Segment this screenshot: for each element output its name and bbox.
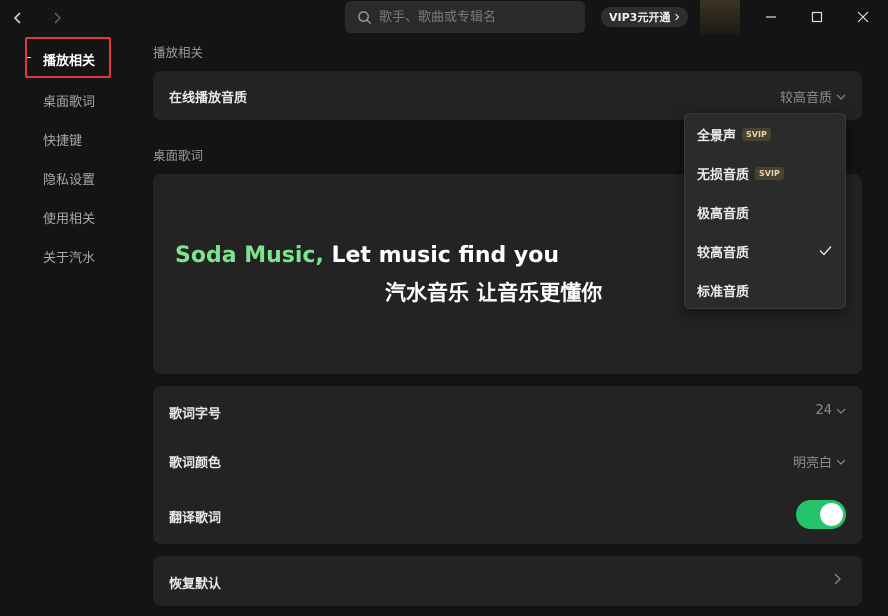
maximize-icon xyxy=(811,11,823,23)
chevron-right-icon xyxy=(54,12,62,24)
title-bar: VIP3元开通 xyxy=(0,0,888,36)
chevron-right-icon xyxy=(834,573,841,585)
quality-dropdown-menu: 全景声 SVIP 无损音质 SVIP 极高音质 较高音质 标准音质 xyxy=(684,113,846,309)
chevron-down-icon xyxy=(836,94,846,100)
reset-defaults-label: 恢复默认 xyxy=(169,577,222,592)
option-label: 无损音质 xyxy=(697,168,750,183)
forward-button[interactable] xyxy=(46,7,68,29)
translate-lyrics-toggle[interactable] xyxy=(796,500,846,529)
search-box[interactable] xyxy=(345,1,585,33)
section-title-desktop-lyrics: 桌面歌词 xyxy=(153,148,204,163)
close-button[interactable] xyxy=(849,4,877,30)
lyric-size-label: 歌词字号 xyxy=(169,407,222,422)
option-label: 标准音质 xyxy=(697,285,750,300)
online-quality-select[interactable]: 较高音质 xyxy=(780,87,846,106)
option-label: 较高音质 xyxy=(697,246,750,261)
search-input[interactable] xyxy=(379,9,569,25)
chevron-left-icon xyxy=(13,12,21,24)
preview-slogan-en: Let music find you xyxy=(323,243,560,268)
lyric-color-value: 明亮白 xyxy=(792,456,832,471)
minimize-icon xyxy=(766,16,776,18)
back-button[interactable] xyxy=(7,7,29,29)
vip-promo-button[interactable]: VIP3元开通 xyxy=(601,7,689,27)
avatar[interactable] xyxy=(700,0,740,34)
svip-badge: SVIP xyxy=(742,128,771,141)
toggle-knob xyxy=(820,503,843,526)
section-title-playback: 播放相关 xyxy=(153,45,204,60)
sidebar-item-playback[interactable]: 播放相关 xyxy=(25,37,111,78)
lyrics-preview-chinese: 汽水音乐 让音乐更懂你 xyxy=(385,281,603,305)
chevron-down-icon xyxy=(836,459,846,465)
preview-brand: Soda Music, xyxy=(175,243,324,268)
sidebar-item-label: 播放相关 xyxy=(43,54,96,69)
lyric-size-value: 24 xyxy=(815,403,832,418)
chevron-down-icon xyxy=(836,408,846,414)
close-icon xyxy=(857,11,869,23)
lyric-color-select[interactable]: 明亮白 xyxy=(793,452,846,471)
lyric-settings-card: 歌词字号 24 歌词颜色 明亮白 翻译歌词 xyxy=(153,386,862,544)
quality-option-standard[interactable]: 标准音质 xyxy=(697,281,749,300)
option-label: 极高音质 xyxy=(697,207,750,222)
vip-promo-label: VIP3元开通 xyxy=(609,11,671,24)
translate-lyrics-label: 翻译歌词 xyxy=(169,511,222,526)
quality-option-lossless[interactable]: 无损音质 SVIP xyxy=(697,164,784,183)
sidebar-item-desktop-lyrics[interactable]: 桌面歌词 xyxy=(43,91,95,110)
quality-option-high[interactable]: 较高音质 xyxy=(697,242,749,261)
online-quality-label: 在线播放音质 xyxy=(169,91,248,106)
search-icon xyxy=(358,10,372,24)
active-indicator xyxy=(27,57,31,58)
chevron-right-icon xyxy=(675,13,680,21)
lyric-size-select[interactable]: 24 xyxy=(815,403,846,418)
sidebar-item-privacy[interactable]: 隐私设置 xyxy=(43,169,95,188)
sidebar-item-usage[interactable]: 使用相关 xyxy=(43,208,95,227)
svip-badge: SVIP xyxy=(755,167,784,180)
sidebar-item-about[interactable]: 关于汽水 xyxy=(43,247,95,266)
quality-option-extreme[interactable]: 极高音质 xyxy=(697,203,749,222)
sidebar-item-shortcuts[interactable]: 快捷键 xyxy=(43,130,82,149)
settings-window: VIP3元开通 播放相关 桌面歌词 快捷键 隐私设置 使用相关 关于汽水 播放相… xyxy=(0,0,888,616)
minimize-button[interactable] xyxy=(757,4,785,30)
option-label: 全景声 xyxy=(697,129,737,144)
lyric-color-label: 歌词颜色 xyxy=(169,456,222,471)
online-quality-value: 较高音质 xyxy=(779,91,832,106)
checkmark-icon xyxy=(819,246,832,256)
maximize-button[interactable] xyxy=(803,4,831,30)
quality-option-panoramic[interactable]: 全景声 SVIP xyxy=(697,125,771,144)
reset-defaults-row[interactable]: 恢复默认 xyxy=(153,556,862,606)
lyrics-preview-english: Soda Music, Let music find you xyxy=(175,243,559,268)
